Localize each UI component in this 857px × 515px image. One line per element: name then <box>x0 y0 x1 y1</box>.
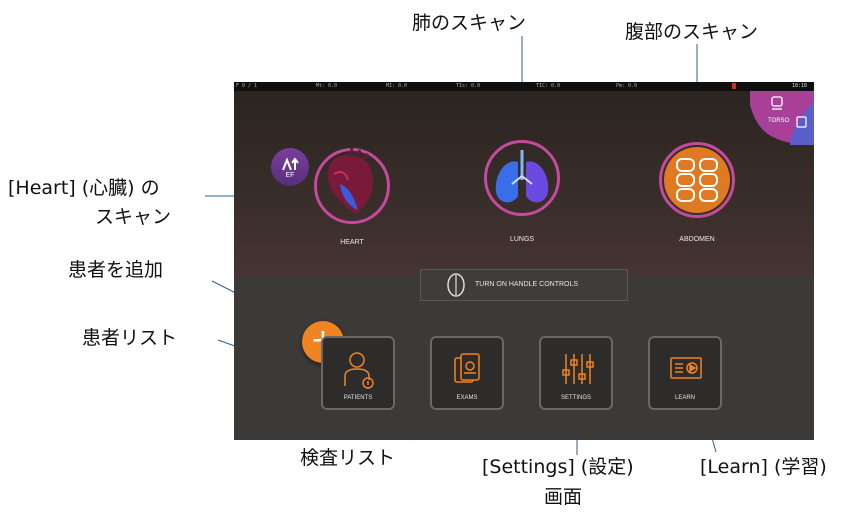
learn-label: LEARN <box>674 395 695 401</box>
exams-icon <box>454 353 480 383</box>
learn-tile[interactable]: LEARN <box>648 336 722 410</box>
ef-badge[interactable]: EF <box>271 148 309 186</box>
exams-tile[interactable]: EXAMS <box>430 336 504 410</box>
clock: 18:18 <box>792 83 808 89</box>
status-bar: F 0 / 1 Mt: 0.0 MI: 0.0 TIs: 0.0 TIC: 0.… <box>234 82 814 91</box>
patient-icon <box>344 352 374 389</box>
presentation-icon <box>670 357 702 379</box>
status-item: Mt: 0.0 <box>316 83 338 89</box>
status-item: MI: 0.0 <box>386 83 408 89</box>
abdomen-scan-button[interactable]: ABDOMEN <box>647 138 747 248</box>
callout-exam-list: 検査リスト <box>300 447 396 469</box>
settings-label: SETTINGS <box>560 395 591 401</box>
callout-heart-scan-line2: スキャン <box>95 206 172 228</box>
callout-patient-list: 患者リスト <box>82 327 178 349</box>
status-item: F 0 / 1 <box>236 83 258 89</box>
patients-tile[interactable]: PATIENTS <box>321 336 395 410</box>
heart-label: HEART <box>340 239 364 246</box>
callout-settings-line2: 画面 <box>544 486 583 508</box>
settings-tile[interactable]: SETTINGS <box>539 336 613 410</box>
callout-settings-line1: [Settings] (設定) <box>482 456 634 478</box>
red-indicator <box>732 83 736 89</box>
callout-add-patient: 患者を追加 <box>68 259 164 281</box>
abdomen-icon <box>664 147 730 213</box>
callout-abdomen-scan: 腹部のスキャン <box>625 21 759 43</box>
patients-label: PATIENTS <box>343 395 373 401</box>
lungs-scan-button[interactable]: LUNGS <box>472 136 572 246</box>
ef-label: EF <box>285 172 295 179</box>
device-screen: F 0 / 1 Mt: 0.0 MI: 0.0 TIs: 0.0 TIC: 0.… <box>234 82 814 440</box>
torso-label: TORSO <box>768 118 790 124</box>
status-item: TIs: 0.0 <box>456 83 481 89</box>
exams-label: EXAMS <box>456 395 478 401</box>
lungs-label: LUNGS <box>509 236 535 243</box>
ef-icon <box>282 157 299 171</box>
handle-icon <box>447 273 465 297</box>
callout-heart-scan-line1: [Heart] (心臓) の <box>8 177 160 199</box>
callout-lungs-scan: 肺のスキャン <box>412 12 527 34</box>
lungs-icon <box>495 150 549 203</box>
sliders-icon <box>562 354 594 384</box>
callout-learn: [Learn] (学習) <box>700 456 827 478</box>
torso-preset-button[interactable]: TORSO <box>746 91 814 145</box>
abdomen-label: ABDOMEN <box>679 236 715 243</box>
handle-controls-toggle[interactable]: TURN ON HANDLE CONTROLS <box>420 269 628 301</box>
heart-scan-button[interactable]: HEART <box>302 144 402 254</box>
status-item: Pm: 0.0 <box>616 83 638 89</box>
heart-icon <box>327 147 374 214</box>
handle-controls-label: TURN ON HANDLE CONTROLS <box>475 281 579 288</box>
status-item: TIC: 0.0 <box>536 83 561 89</box>
